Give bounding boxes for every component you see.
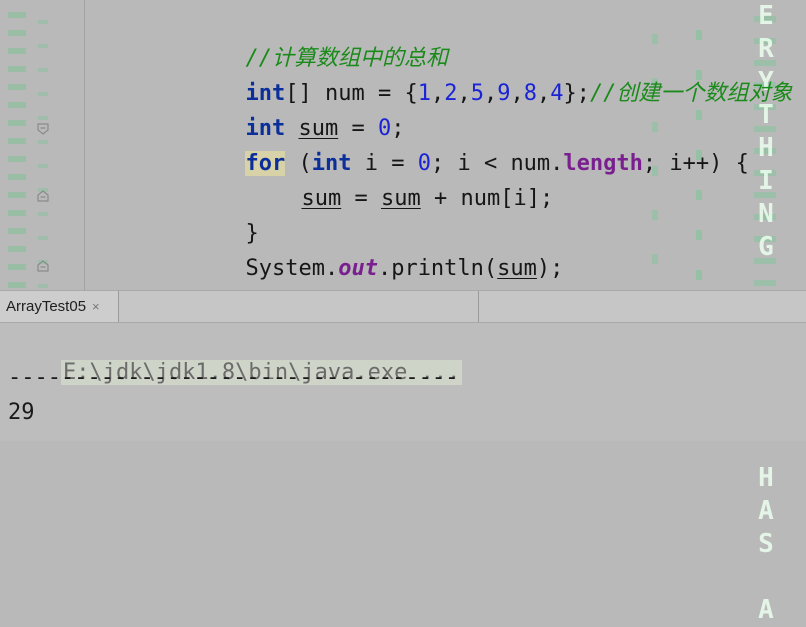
code-text: =	[341, 186, 381, 211]
run-tool-window-header: ArrayTest05 ×	[0, 290, 806, 323]
number-literal: 4	[550, 81, 564, 106]
fold-end-icon[interactable]	[36, 189, 50, 203]
close-icon[interactable]: ×	[92, 299, 100, 314]
number-literal: 9	[497, 81, 511, 106]
variable-sum: sum	[301, 186, 342, 211]
code-line-1: //计算数组中的总和	[166, 6, 448, 71]
code-text: + num[i];	[420, 186, 554, 211]
static-field-out: out	[338, 256, 378, 281]
fold-end-icon[interactable]	[36, 259, 50, 273]
code-line-8: }	[110, 251, 202, 316]
code-line-5: sum = sum + num[i];	[222, 146, 553, 211]
number-literal: 2	[444, 81, 458, 106]
console-separator: ----------------------------------	[8, 365, 459, 390]
number-literal: 8	[523, 81, 537, 106]
number-literal: 1	[417, 81, 431, 106]
code-line-3: int sum = 0;	[166, 76, 404, 141]
variable-sum: sum	[497, 256, 537, 281]
number-literal: 5	[470, 81, 484, 106]
code-line-4: for (int i = 0; i < num.length; i++) {	[166, 111, 749, 176]
fold-marker-icon[interactable]	[36, 122, 50, 136]
run-tab-arraytest05[interactable]: ArrayTest05 ×	[0, 291, 118, 322]
run-tab-label: ArrayTest05	[6, 298, 87, 315]
code-line-7: System.out.println(sum);	[166, 216, 563, 281]
field-length: length	[563, 151, 643, 176]
code-text: ; i++) {	[642, 151, 749, 176]
code-line-6: }	[166, 181, 258, 246]
code-text: );	[536, 256, 564, 281]
code-editor[interactable]: //计算数组中的总和 int[] num = {1,2,5,9,8,4};//创…	[0, 0, 806, 316]
tab-divider	[478, 291, 479, 322]
console-output: 29	[8, 400, 35, 425]
editor-gutter	[0, 0, 85, 290]
gutter-divider	[84, 0, 85, 290]
run-console[interactable]: E:\jdk\jdk1.8\bin\java.exe ... ---------…	[0, 323, 806, 441]
code-text: System.	[245, 256, 339, 281]
tab-divider	[118, 291, 119, 322]
code-text: .println(	[377, 256, 498, 281]
code-line-2: int[] num = {1,2,5,9,8,4};//创建一个数组对象	[245, 81, 793, 106]
variable-sum: sum	[380, 186, 421, 211]
code-comment: //创建一个数组对象	[589, 81, 793, 106]
code-text: };	[563, 81, 590, 106]
